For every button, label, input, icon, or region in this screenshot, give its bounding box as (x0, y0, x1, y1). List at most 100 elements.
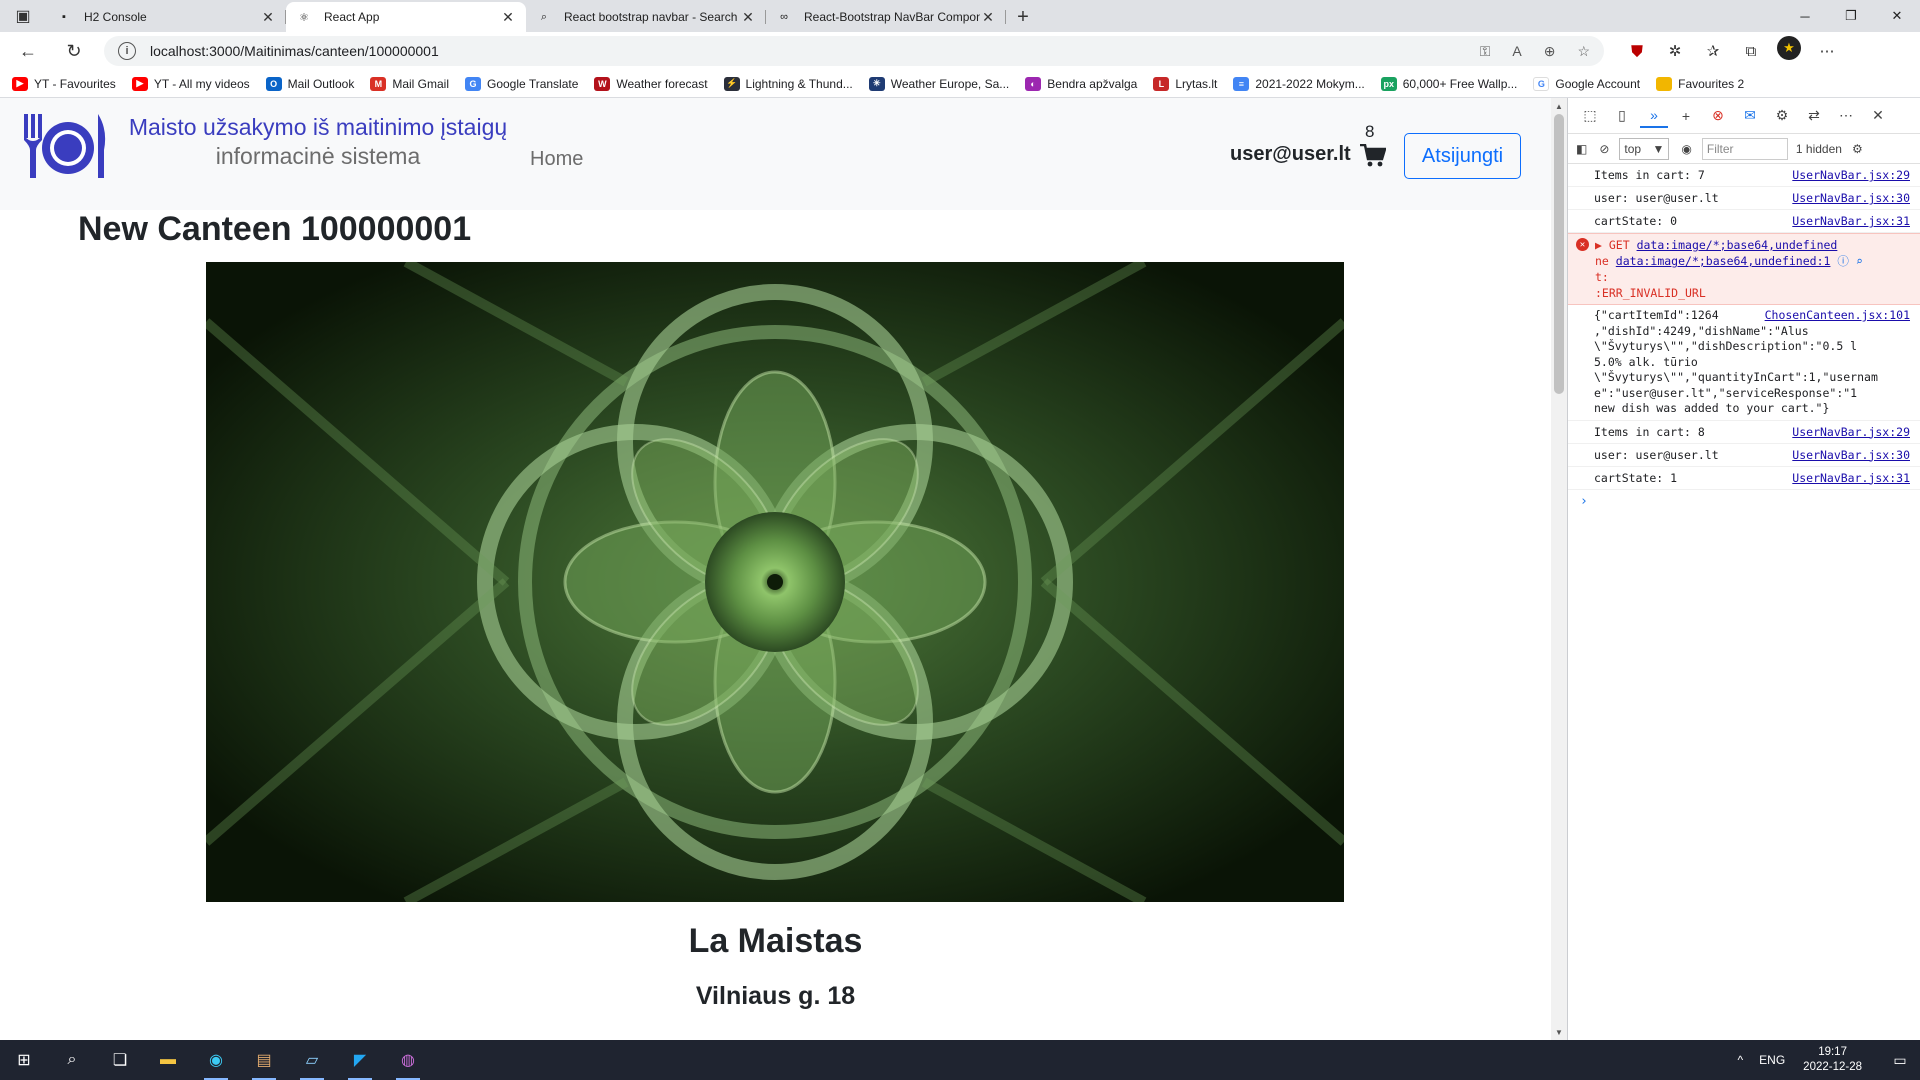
favorite-item[interactable]: ▶ YT - Favourites (12, 76, 116, 91)
dock-icon[interactable]: ⇄ (1800, 104, 1828, 128)
browser-tab[interactable]: ⚛ React App ✕ (286, 2, 526, 32)
favorite-item[interactable]: L Lrytas.lt (1153, 76, 1217, 91)
error-source-link[interactable]: data:image/*;base64,undefined:1 (1616, 254, 1831, 268)
favorite-item[interactable]: G Google Translate (465, 76, 578, 91)
message-count-icon[interactable]: ✉ (1736, 104, 1764, 128)
favorite-item[interactable]: Favourites 2 (1656, 76, 1744, 91)
favorite-item[interactable]: ◐ Bendra apžvalga (1025, 76, 1137, 91)
scroll-up-icon[interactable]: ▲ (1551, 98, 1567, 114)
collections-icon[interactable]: ⧉ (1732, 36, 1770, 66)
key-icon[interactable]: ⚿ (1480, 43, 1491, 60)
log-source-link[interactable]: UserNavBar.jsx:30 (1792, 447, 1910, 463)
more-tabs-icon[interactable]: » (1640, 104, 1668, 128)
nav-home-link[interactable]: Home (530, 148, 583, 171)
inspect-element-icon[interactable]: ⬚ (1576, 104, 1604, 128)
chat-app-icon[interactable]: ◍ (384, 1040, 432, 1080)
profile-avatar[interactable]: ★ (1777, 36, 1801, 60)
close-tab-icon[interactable]: ✕ (980, 9, 996, 26)
favorite-item[interactable]: ✳ Weather Europe, Sa... (868, 76, 1009, 91)
console-log-row: cartState: 1 UserNavBar.jsx:31 (1568, 467, 1920, 490)
error-info-icon[interactable]: ⓘ (1837, 254, 1849, 268)
devtools-more-icon[interactable]: ⋯ (1832, 104, 1860, 128)
terminal-icon[interactable]: ▤ (240, 1040, 288, 1080)
browser-tab[interactable]: ∞ React-Bootstrap NavBar Compon ✕ (766, 2, 1006, 32)
favorite-item[interactable]: G Google Account (1533, 76, 1641, 91)
edge-browser-icon[interactable]: ◉ (192, 1040, 240, 1080)
scroll-down-icon[interactable]: ▼ (1551, 1024, 1567, 1040)
console-error-row[interactable]: ✕ ▶ GET data:image/*;base64,undefined ne… (1568, 233, 1920, 305)
device-emulation-icon[interactable]: ▯ (1608, 104, 1636, 128)
address-bar[interactable]: i localhost:3000/Maitinimas/canteen/1000… (104, 36, 1604, 66)
tray-overflow-icon[interactable]: ^ (1738, 1053, 1744, 1067)
extensions-puzzle-icon[interactable]: ✲ (1656, 36, 1694, 66)
logout-button[interactable]: Atsijungti (1404, 133, 1521, 179)
search-icon[interactable]: ⌕ (48, 1040, 96, 1080)
devtools-close-icon[interactable]: ✕ (1864, 104, 1892, 128)
clear-console-icon[interactable]: ⊘ (1599, 142, 1609, 156)
file-explorer-icon[interactable]: ▬ (144, 1040, 192, 1080)
extensions-area: ⛊ ✲ ✰ ⧉ ★ ⋯ (1618, 36, 1846, 66)
log-source-link[interactable]: UserNavBar.jsx:31 (1792, 213, 1910, 229)
browser-tab[interactable]: ⌕ React bootstrap navbar - Search ✕ (526, 2, 766, 32)
restaurant-logo-icon[interactable] (20, 110, 108, 182)
minimize-icon[interactable]: ─ (1782, 0, 1828, 32)
log-source-link[interactable]: UserNavBar.jsx:29 (1792, 424, 1910, 440)
context-select[interactable]: top ▼ (1619, 137, 1670, 160)
favorite-item[interactable]: ⚡ Lightning & Thund... (723, 76, 853, 91)
tab-title: React App (324, 10, 380, 24)
close-tab-icon[interactable]: ✕ (260, 9, 276, 26)
more-menu-icon[interactable]: ⋯ (1808, 36, 1846, 66)
read-aloud-icon[interactable]: A (1512, 43, 1521, 60)
scrollbar-thumb[interactable] (1554, 114, 1564, 394)
favorite-item[interactable]: M Mail Gmail (370, 76, 449, 91)
zoom-icon[interactable]: ⊕ (1544, 43, 1556, 60)
clock[interactable]: 19:17 2022-12-28 (1803, 1045, 1862, 1075)
new-tab-button[interactable]: + (1006, 2, 1040, 32)
error-search-icon[interactable]: ⌕ (1856, 254, 1863, 268)
close-window-icon[interactable]: ✕ (1874, 0, 1920, 32)
devtools-settings-icon[interactable]: ⚙ (1768, 104, 1796, 128)
hidden-count[interactable]: 1 hidden (1796, 142, 1842, 156)
favorite-item[interactable]: ▶ YT - All my videos (131, 76, 250, 91)
error-method[interactable]: ▶ GET (1595, 238, 1630, 252)
log-source-link[interactable]: UserNavBar.jsx:30 (1792, 190, 1910, 206)
console-settings-icon[interactable]: ⚙ (1852, 142, 1863, 156)
close-tab-icon[interactable]: ✕ (740, 9, 756, 26)
log-source-link[interactable]: ChosenCanteen.jsx:101 (1765, 308, 1910, 324)
favorite-item[interactable]: px 60,000+ Free Wallp... (1380, 76, 1517, 91)
log-source-link[interactable]: UserNavBar.jsx:31 (1792, 470, 1910, 486)
add-favorite-icon[interactable]: ☆ (1577, 43, 1590, 60)
log-source-link[interactable]: UserNavBar.jsx:29 (1792, 167, 1910, 183)
input-language[interactable]: ENG (1759, 1053, 1785, 1067)
error-url-link[interactable]: data:image/*;base64,undefined (1637, 238, 1838, 252)
restore-icon[interactable]: ❐ (1828, 0, 1874, 32)
refresh-icon[interactable]: ↻ (56, 35, 92, 67)
console-prompt[interactable]: › (1568, 490, 1920, 513)
favorite-label: Google Account (1555, 76, 1641, 91)
favorite-item[interactable]: W Weather forecast (594, 76, 708, 91)
vscode-icon[interactable]: ◤ (336, 1040, 384, 1080)
back-icon[interactable]: ← (10, 35, 46, 67)
browser-tab[interactable]: ▪ H2 Console ✕ (46, 2, 286, 32)
favorite-item[interactable]: O Mail Outlook (265, 76, 354, 91)
page-scrollbar[interactable]: ▲ ▼ (1551, 98, 1567, 1040)
brand-title[interactable]: Maisto užsakymo iš maitinimo įstaigų inf… (118, 114, 518, 170)
task-view-icon[interactable]: ❏ (96, 1040, 144, 1080)
add-tab-icon[interactable]: + (1672, 104, 1700, 128)
address-url[interactable]: localhost:3000/Maitinimas/canteen/100000… (150, 43, 1480, 59)
ublock-shield-icon[interactable]: ⛊ (1618, 36, 1656, 66)
windows-start-icon[interactable]: ⊞ (0, 1040, 48, 1080)
site-info-icon[interactable]: i (118, 42, 136, 60)
favorite-item[interactable]: ≡ 2021-2022 Mokym... (1233, 76, 1365, 91)
notifications-icon[interactable]: ▭ (1880, 1052, 1920, 1069)
error-count-icon[interactable]: ⊗ (1704, 104, 1732, 128)
live-expression-eye-icon[interactable]: ◉ (1681, 142, 1691, 156)
link-icon: ∞ (780, 11, 788, 23)
console-filter-input[interactable]: Filter (1701, 137, 1788, 160)
tab-actions-menu-icon[interactable]: ▣ (0, 0, 46, 32)
favorites-icon[interactable]: ✰ (1694, 36, 1732, 66)
close-tab-icon[interactable]: ✕ (500, 9, 516, 26)
sidebar-toggle-icon[interactable]: ◧ (1576, 142, 1587, 156)
notepad-icon[interactable]: ▱ (288, 1040, 336, 1080)
shopping-cart-icon[interactable] (1360, 144, 1386, 168)
